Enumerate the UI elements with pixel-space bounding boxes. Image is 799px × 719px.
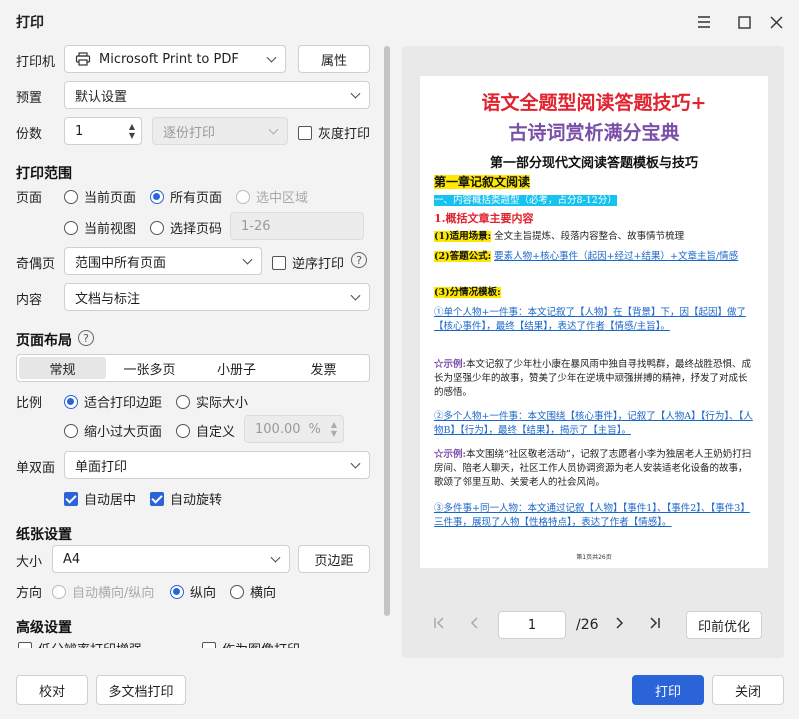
stepper-arrows-icon[interactable]: ▲ ▼	[129, 122, 135, 140]
doc-part-title: 第一部分现代文阅读答题模板与技巧	[489, 156, 698, 171]
auto-center-checkbox[interactable]: 自动居中	[64, 489, 136, 508]
collate-value: 逐份打印	[163, 125, 216, 141]
multi-doc-print-button[interactable]: 多文档打印	[96, 675, 186, 705]
doc-template-2: ②多个人物+一件事：本文围绕【核心事件】，记叙了【人物A】【行为】、【人物B】【…	[434, 411, 753, 436]
doc-template-1: ①单个人物+一件事：本文记叙了【人物】在【背景】下，因【起因】做了【核心事件】，…	[434, 307, 746, 332]
chevron-down-icon	[268, 124, 279, 135]
tab-normal[interactable]: 常规	[19, 357, 106, 379]
odd-even-label: 奇偶页	[16, 257, 56, 272]
advanced-settings-area: 高级设置 低分辨率打印增强 作为图像打印	[0, 612, 384, 648]
printer-select[interactable]: Microsoft Print to PDF	[64, 45, 286, 73]
radio-fit-margin[interactable]: 适合打印边距	[64, 392, 162, 411]
page-layout-heading: 页面布局	[16, 333, 72, 349]
stepper-arrows-icon[interactable]: ▲ ▼	[331, 420, 337, 438]
doc-title-2: 古诗词赏析满分宝典	[508, 122, 680, 144]
doc-title-1: 语文全题型阅读答题技巧+	[481, 92, 707, 114]
preset-value: 默认设置	[75, 89, 128, 105]
layout-tabs: 常规 一张多页 小册子 发票	[16, 354, 370, 382]
total-pages: /26	[576, 617, 599, 633]
preview-page: 语文全题型阅读答题技巧+ 古诗词赏析满分宝典 第一部分现代文阅读答题模板与技巧 …	[420, 76, 768, 568]
printer-label: 打印机	[16, 55, 56, 70]
printer-value: Microsoft Print to PDF	[99, 51, 239, 67]
chevron-down-icon	[270, 552, 281, 563]
close-icon[interactable]	[762, 8, 790, 36]
radio-landscape[interactable]: 横向	[230, 582, 276, 601]
proof-button[interactable]: 校对	[16, 675, 88, 705]
pages-label: 页面	[16, 191, 43, 206]
preset-select[interactable]: 默认设置	[64, 81, 370, 109]
first-page-icon[interactable]	[432, 616, 446, 634]
radio-auto-orientation[interactable]: 自动横向/纵向	[52, 582, 154, 601]
menu-icon[interactable]	[690, 8, 718, 36]
content-select[interactable]: 文档与标注	[64, 283, 370, 311]
help-icon[interactable]: ?	[78, 330, 94, 346]
size-label: 大小	[16, 555, 43, 570]
scale-label: 比例	[16, 396, 43, 411]
doc-page-footer: 第1页共26页	[576, 554, 612, 561]
print-button[interactable]: 打印	[632, 675, 704, 705]
reverse-checkbox[interactable]: 逆序打印	[272, 253, 344, 272]
doc-template-3: ③多件事+同一人物：本文通过记叙【人物】【事件1】、【事件2】、【事件3】三件事…	[434, 503, 750, 528]
print-range-heading: 打印范围	[16, 166, 72, 182]
copies-label: 份数	[16, 127, 43, 142]
advanced-heading: 高级设置	[16, 620, 72, 636]
settings-scrollbar[interactable]	[384, 46, 390, 616]
radio-current-page[interactable]: 当前页面	[64, 187, 136, 206]
radio-portrait[interactable]: 纵向	[170, 582, 216, 601]
orientation-label: 方向	[16, 586, 43, 601]
properties-button[interactable]: 属性	[298, 45, 370, 73]
last-page-icon[interactable]	[648, 616, 662, 634]
chevron-down-icon	[266, 52, 277, 63]
duplex-select[interactable]: 单面打印	[64, 451, 370, 479]
next-page-icon[interactable]	[612, 616, 626, 634]
print-optimize-button[interactable]: 印前优化	[686, 611, 762, 639]
duplex-label: 单双面	[16, 461, 56, 476]
chevron-down-icon	[350, 88, 361, 99]
page-range-input[interactable]: 1-26	[230, 212, 364, 240]
printer-icon	[75, 52, 91, 66]
radio-shrink[interactable]: 缩小过大页面	[64, 421, 162, 440]
radio-custom[interactable]: 自定义	[176, 421, 235, 440]
paper-size-select[interactable]: A4	[52, 545, 290, 573]
content-label: 内容	[16, 293, 43, 308]
low-res-checkbox[interactable]: 低分辨率打印增强	[18, 639, 142, 648]
tab-invoice[interactable]: 发票	[280, 357, 367, 379]
paper-settings-heading: 纸张设置	[16, 527, 72, 543]
prev-page-icon[interactable]	[468, 616, 482, 634]
radio-select-pages[interactable]: 选择页码	[150, 218, 222, 237]
collate-select[interactable]: 逐份打印	[152, 117, 288, 145]
doc-item-1: 1.概括文章主要内容	[434, 212, 534, 225]
margins-button[interactable]: 页边距	[298, 545, 370, 573]
radio-actual-size[interactable]: 实际大小	[176, 392, 248, 411]
doc-section: 一、内容概括类题型（必考，占分8-12分）	[434, 195, 617, 206]
page-number-input[interactable]: 1	[498, 611, 566, 639]
tab-multi-page[interactable]: 一张多页	[106, 357, 193, 379]
close-button[interactable]: 关闭	[712, 675, 784, 705]
odd-even-select[interactable]: 范围中所有页面	[64, 247, 262, 275]
chevron-down-icon	[350, 458, 361, 469]
tab-booklet[interactable]: 小册子	[193, 357, 280, 379]
chevron-down-icon	[350, 290, 361, 301]
radio-all-pages[interactable]: 所有页面	[150, 187, 222, 206]
help-icon[interactable]: ?	[351, 252, 367, 268]
window-title: 打印	[16, 15, 44, 31]
preset-label: 预置	[16, 91, 43, 106]
maximize-icon[interactable]	[730, 8, 758, 36]
radio-current-view[interactable]: 当前视图	[64, 218, 136, 237]
radio-selection[interactable]: 选中区域	[236, 187, 308, 206]
chevron-down-icon	[242, 254, 253, 265]
custom-scale-input[interactable]: 100.00 % ▲ ▼	[244, 415, 344, 443]
print-as-image-checkbox[interactable]: 作为图像打印	[202, 639, 300, 648]
copies-value: 1	[75, 123, 84, 139]
doc-chapter: 第一章记叙文阅读	[434, 175, 531, 189]
auto-rotate-checkbox[interactable]: 自动旋转	[150, 489, 222, 508]
grayscale-checkbox[interactable]: 灰度打印	[298, 123, 370, 142]
copies-stepper[interactable]: 1 ▲ ▼	[64, 117, 142, 145]
